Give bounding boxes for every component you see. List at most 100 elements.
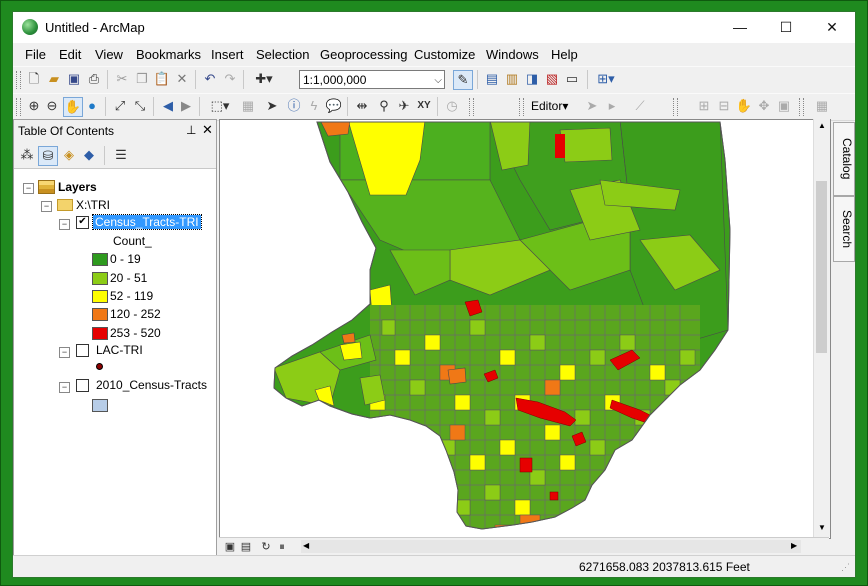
fixed-zoom-in-icon[interactable]: ⤢ xyxy=(111,97,129,115)
catalog-window-icon[interactable]: ▥ xyxy=(503,70,521,88)
pan-hand-icon[interactable]: ✋ xyxy=(63,97,83,117)
scroll-down-icon[interactable]: ▼ xyxy=(818,523,826,532)
measure-icon[interactable]: ⇹ xyxy=(353,97,371,115)
editor-toolbar-icon[interactable]: ✎ xyxy=(453,70,473,90)
folder-label[interactable]: X:\TRI xyxy=(76,198,110,212)
list-by-selection-icon[interactable]: ◆ xyxy=(80,146,98,164)
list-by-visibility-icon[interactable]: ◈ xyxy=(60,146,78,164)
go-to-xy-icon[interactable]: XY xyxy=(415,97,433,115)
delete-icon[interactable]: ✕ xyxy=(173,70,191,88)
census-tracts-map[interactable] xyxy=(220,120,830,538)
map-display[interactable] xyxy=(219,119,831,539)
toolbar-grip[interactable] xyxy=(799,98,804,116)
find-binoculars-icon[interactable]: ⚲ xyxy=(375,97,393,115)
catalog-side-tab[interactable]: Catalog xyxy=(833,122,855,196)
search-window-icon[interactable]: ◨ xyxy=(523,70,541,88)
scroll-left-icon[interactable]: ◀ xyxy=(303,541,309,550)
layout-tools-icon[interactable]: ▦ xyxy=(813,97,831,115)
new-document-icon[interactable]: 🗋 xyxy=(25,70,43,88)
list-by-source-icon[interactable]: ⛁ xyxy=(38,146,58,166)
print-icon[interactable]: ⎙ xyxy=(85,70,103,88)
arctoolbox-icon[interactable]: ▧ xyxy=(543,70,561,88)
menu-help[interactable]: Help xyxy=(551,47,578,62)
layout-zoom-out-icon[interactable]: ⊟ xyxy=(715,97,733,115)
identify-icon[interactable]: ⓘ xyxy=(285,97,303,115)
layer-lac-tri[interactable]: LAC-TRI xyxy=(96,343,143,357)
python-window-icon[interactable]: ▭ xyxy=(563,70,581,88)
layout-zoom-whole-icon[interactable]: ✥ xyxy=(755,97,773,115)
select-elements-arrow-icon[interactable]: ➤ xyxy=(263,97,281,115)
layout-pan-icon[interactable]: ✋ xyxy=(735,97,753,115)
time-slider-icon[interactable]: ◷ xyxy=(443,97,461,115)
map-scale-combobox[interactable]: 1:1,000,000 ⌵ xyxy=(299,70,445,89)
close-pane-icon[interactable]: ✕ xyxy=(202,122,213,138)
cut-icon[interactable]: ✂ xyxy=(113,70,131,88)
menu-bookmarks[interactable]: Bookmarks xyxy=(136,47,201,62)
layout-zoom-in-icon[interactable]: ⊞ xyxy=(695,97,713,115)
hyperlink-icon[interactable]: ϟ xyxy=(305,97,323,115)
menu-customize[interactable]: Customize xyxy=(414,47,475,62)
menu-insert[interactable]: Insert xyxy=(211,47,244,62)
clear-selection-icon[interactable]: ▦ xyxy=(239,97,257,115)
edit-tool-icon[interactable]: ➤ xyxy=(583,97,601,115)
full-extent-globe-icon[interactable]: ● xyxy=(83,97,101,115)
editor-menu[interactable]: Editor▾ xyxy=(531,99,568,113)
list-by-drawing-order-icon[interactable]: ⁂ xyxy=(18,146,36,164)
map-vertical-scrollbar[interactable]: ▲ ▼ xyxy=(813,119,830,537)
horizontal-scrollbar[interactable]: ◀ ▶ xyxy=(301,540,801,553)
vertical-scroll-thumb[interactable] xyxy=(816,181,827,353)
menu-windows[interactable]: Windows xyxy=(486,47,539,62)
collapse-layer-icon[interactable]: − xyxy=(59,219,70,230)
redo-icon[interactable]: ↷ xyxy=(221,70,239,88)
menu-view[interactable]: View xyxy=(95,47,123,62)
select-features-icon[interactable]: ⬚▾ xyxy=(205,97,235,115)
straight-segment-icon[interactable]: ⟋ xyxy=(631,97,649,115)
maximize-button[interactable]: ☐ xyxy=(763,12,809,43)
resize-grip-icon[interactable]: ⋰ xyxy=(841,562,850,573)
menu-edit[interactable]: Edit xyxy=(59,47,81,62)
menu-selection[interactable]: Selection xyxy=(256,47,309,62)
menu-geoprocessing[interactable]: Geoprocessing xyxy=(320,47,407,62)
layer-2010-census-tracts[interactable]: 2010_Census-Tracts xyxy=(96,378,207,392)
zoom-out-icon[interactable]: ⊖ xyxy=(43,97,61,115)
copy-icon[interactable]: ❐ xyxy=(133,70,151,88)
paste-icon[interactable]: 📋 xyxy=(153,70,171,88)
close-button[interactable]: ✕ xyxy=(809,12,855,43)
back-arrow-icon[interactable]: ◀ xyxy=(159,97,177,115)
undo-icon[interactable]: ↶ xyxy=(201,70,219,88)
layers-root[interactable]: Layers xyxy=(58,180,97,194)
layer-census-tracts-tri[interactable]: Census_Tracts-TRI xyxy=(92,214,202,230)
options-icon[interactable]: ☰ xyxy=(112,146,130,164)
menu-file[interactable]: File xyxy=(25,47,46,62)
pin-icon[interactable]: ⊥ xyxy=(186,123,196,137)
scroll-up-icon[interactable]: ▲ xyxy=(818,121,826,130)
layer-visibility-checkbox[interactable] xyxy=(76,344,89,357)
collapse-folder-icon[interactable]: − xyxy=(41,201,52,212)
collapse-layer-icon[interactable]: − xyxy=(59,382,70,393)
toolbar-grip[interactable] xyxy=(519,98,524,116)
add-data-icon[interactable]: ✚▾ xyxy=(249,70,279,88)
toolbar-grip[interactable] xyxy=(16,71,21,89)
layer-visibility-checkbox[interactable]: ✔ xyxy=(76,216,89,229)
zoom-in-icon[interactable]: ⊕ xyxy=(25,97,43,115)
title-bar[interactable]: Untitled - ArcMap — ☐ ✕ xyxy=(13,12,855,43)
scroll-right-icon[interactable]: ▶ xyxy=(791,541,797,550)
layout-zoom-100-icon[interactable]: ▣ xyxy=(775,97,793,115)
toolbar-grip[interactable] xyxy=(673,98,678,116)
fixed-zoom-out-icon[interactable]: ⤡ xyxy=(131,97,149,115)
find-route-icon[interactable]: ✈ xyxy=(395,97,413,115)
html-popup-icon[interactable]: 💬 xyxy=(325,97,343,115)
edit-annotation-icon[interactable]: ▸ xyxy=(603,97,621,115)
open-folder-icon[interactable]: ▰ xyxy=(45,70,63,88)
save-icon[interactable]: ▣ xyxy=(65,70,83,88)
minimize-button[interactable]: — xyxy=(717,12,763,43)
search-side-tab[interactable]: Search xyxy=(833,196,855,262)
pause-drawing-icon[interactable]: ⏸ xyxy=(273,538,291,556)
layer-visibility-checkbox[interactable] xyxy=(76,379,89,392)
collapse-layers-icon[interactable]: − xyxy=(23,183,34,194)
forward-arrow-icon[interactable]: ▶ xyxy=(177,97,195,115)
collapse-layer-icon[interactable]: − xyxy=(59,347,70,358)
table-window-icon[interactable]: ▤ xyxy=(483,70,501,88)
toolbar-grip[interactable] xyxy=(16,98,21,116)
modelbuilder-icon[interactable]: ⊞▾ xyxy=(593,70,619,88)
